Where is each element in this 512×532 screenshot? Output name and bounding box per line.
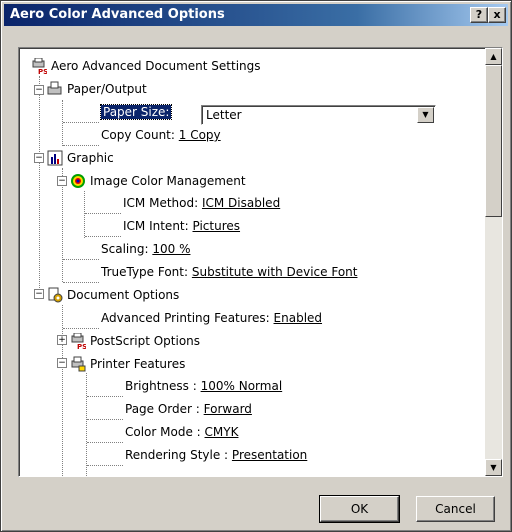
- tree-item-scaling[interactable]: Scaling: 100 %: [101, 238, 190, 260]
- tree-item-label: Graphic: [67, 151, 114, 165]
- collapse-toggle[interactable]: −: [34, 289, 44, 299]
- color-mode-label: Color Mode :: [125, 425, 201, 439]
- tree-line: [63, 259, 99, 260]
- tree-item-page-order[interactable]: Page Order : Forward: [125, 398, 252, 420]
- tree-line: [62, 305, 63, 476]
- window-title: Aero Color Advanced Options: [10, 7, 225, 22]
- tree-line: [87, 419, 123, 420]
- rendering-style-label: Rendering Style :: [125, 448, 229, 462]
- tree-item-paper-size[interactable]: Paper Size:: [99, 101, 173, 123]
- tree-line: [87, 465, 123, 466]
- tree-item-icm-intent[interactable]: ICM Intent: Pictures: [123, 215, 240, 237]
- tree-line: [63, 122, 99, 123]
- tree-item-paper-output[interactable]: Paper/Output: [47, 78, 147, 100]
- dropdown-arrow-icon[interactable]: ▼: [417, 107, 434, 123]
- page-order-label: Page Order :: [125, 402, 200, 416]
- tree-item-postscript-options[interactable]: PS PostScript Options: [70, 330, 200, 352]
- tree-line: [87, 396, 123, 397]
- expand-toggle[interactable]: +: [57, 335, 67, 345]
- scaling-label: Scaling:: [101, 242, 149, 256]
- cancel-button[interactable]: Cancel: [416, 496, 495, 522]
- tree-line: [87, 442, 123, 443]
- help-icon: ?: [475, 8, 483, 21]
- vertical-scrollbar[interactable]: ▲ ▼: [485, 48, 502, 476]
- svg-text:PS: PS: [77, 343, 86, 349]
- tree-item-printer-features[interactable]: Printer Features: [70, 353, 185, 375]
- tree-item-label: Image Color Management: [90, 174, 246, 188]
- collapse-toggle[interactable]: −: [57, 176, 67, 186]
- scroll-up-icon[interactable]: ▲: [485, 48, 502, 65]
- copy-count-value: 1 Copy: [178, 128, 221, 142]
- icm-method-label: ICM Method:: [123, 196, 199, 210]
- tree-line: [63, 328, 99, 329]
- tree-line: [63, 145, 99, 146]
- close-icon: x: [493, 8, 501, 21]
- tree-item-icm-method[interactable]: ICM Method: ICM Disabled: [123, 192, 280, 214]
- page-order-value: Forward: [203, 402, 252, 416]
- tree-line: [63, 282, 99, 283]
- collapse-toggle[interactable]: −: [34, 153, 44, 163]
- scroll-down-icon[interactable]: ▼: [485, 459, 502, 476]
- tree-line: [84, 191, 85, 238]
- scroll-thumb[interactable]: [485, 65, 502, 217]
- tree-item-root[interactable]: PS Aero Advanced Document Settings: [31, 55, 261, 77]
- collapse-toggle[interactable]: −: [57, 358, 67, 368]
- adv-printing-label: Advanced Printing Features:: [101, 311, 270, 325]
- tree-item-truetype-font[interactable]: TrueType Font: Substitute with Device Fo…: [101, 261, 357, 283]
- brightness-value: 100% Normal: [200, 379, 283, 393]
- tree-item-label: Document Options: [67, 288, 180, 302]
- copy-count-label: Copy Count:: [101, 128, 175, 142]
- color-mode-value: CMYK: [204, 425, 239, 439]
- tree-item-copy-count[interactable]: Copy Count: 1 Copy: [101, 124, 221, 146]
- tree-item-graphic[interactable]: Graphic: [47, 147, 114, 169]
- tree-item-advanced-printing[interactable]: Advanced Printing Features: Enabled: [101, 307, 322, 329]
- tree-item-color-mode[interactable]: Color Mode : CMYK: [125, 421, 238, 443]
- document-options-icon: [48, 287, 63, 303]
- tree-item-label: Printer Features: [90, 357, 186, 371]
- printer-ps-icon: PS: [71, 333, 86, 349]
- tree-item-icm[interactable]: Image Color Management: [70, 170, 246, 192]
- printer-features-icon: [71, 356, 86, 372]
- paper-size-value: Letter: [206, 108, 242, 122]
- truetype-value: Substitute with Device Font: [191, 265, 358, 279]
- icm-method-value: ICM Disabled: [201, 196, 281, 210]
- tree-item-label: PostScript Options: [90, 334, 201, 348]
- tree-item-label: Paper/Output: [67, 82, 147, 96]
- brightness-label: Brightness :: [125, 379, 197, 393]
- adv-printing-value: Enabled: [273, 311, 323, 325]
- settings-tree[interactable]: − − − − + − PS Aero Advanced Document Se…: [18, 47, 503, 477]
- truetype-label: TrueType Font:: [101, 265, 189, 279]
- tree-item-rendering-style[interactable]: Rendering Style : Presentation: [125, 444, 307, 466]
- collapse-toggle[interactable]: −: [34, 85, 44, 95]
- icm-intent-label: ICM Intent:: [123, 219, 189, 233]
- rendering-style-value: Presentation: [231, 448, 308, 462]
- help-button[interactable]: ?: [470, 7, 488, 23]
- svg-text:PS: PS: [38, 68, 47, 74]
- printer-ps-icon: PS: [32, 58, 47, 74]
- tree-line: [39, 76, 40, 298]
- paper-printer-icon: [47, 81, 62, 95]
- tree-line: [85, 236, 121, 237]
- scaling-value: 100 %: [152, 242, 191, 256]
- icm-intent-value: Pictures: [192, 219, 241, 233]
- color-wheel-icon: [71, 174, 85, 188]
- tree-line: [85, 213, 121, 214]
- title-bar[interactable]: Aero Color Advanced Options ? x: [4, 4, 508, 26]
- ok-button[interactable]: OK: [319, 495, 400, 523]
- tree-item-label: Aero Advanced Document Settings: [51, 59, 261, 73]
- close-button[interactable]: x: [488, 7, 506, 23]
- tree-item-brightness[interactable]: Brightness : 100% Normal: [125, 375, 282, 397]
- tree-line: [62, 100, 63, 146]
- paper-size-select[interactable]: Letter ▼: [201, 105, 436, 125]
- tree-item-document-options[interactable]: Document Options: [47, 284, 179, 306]
- paper-size-label: Paper Size:: [99, 104, 173, 120]
- bar-chart-icon: [47, 150, 63, 166]
- tree-line: [86, 373, 87, 476]
